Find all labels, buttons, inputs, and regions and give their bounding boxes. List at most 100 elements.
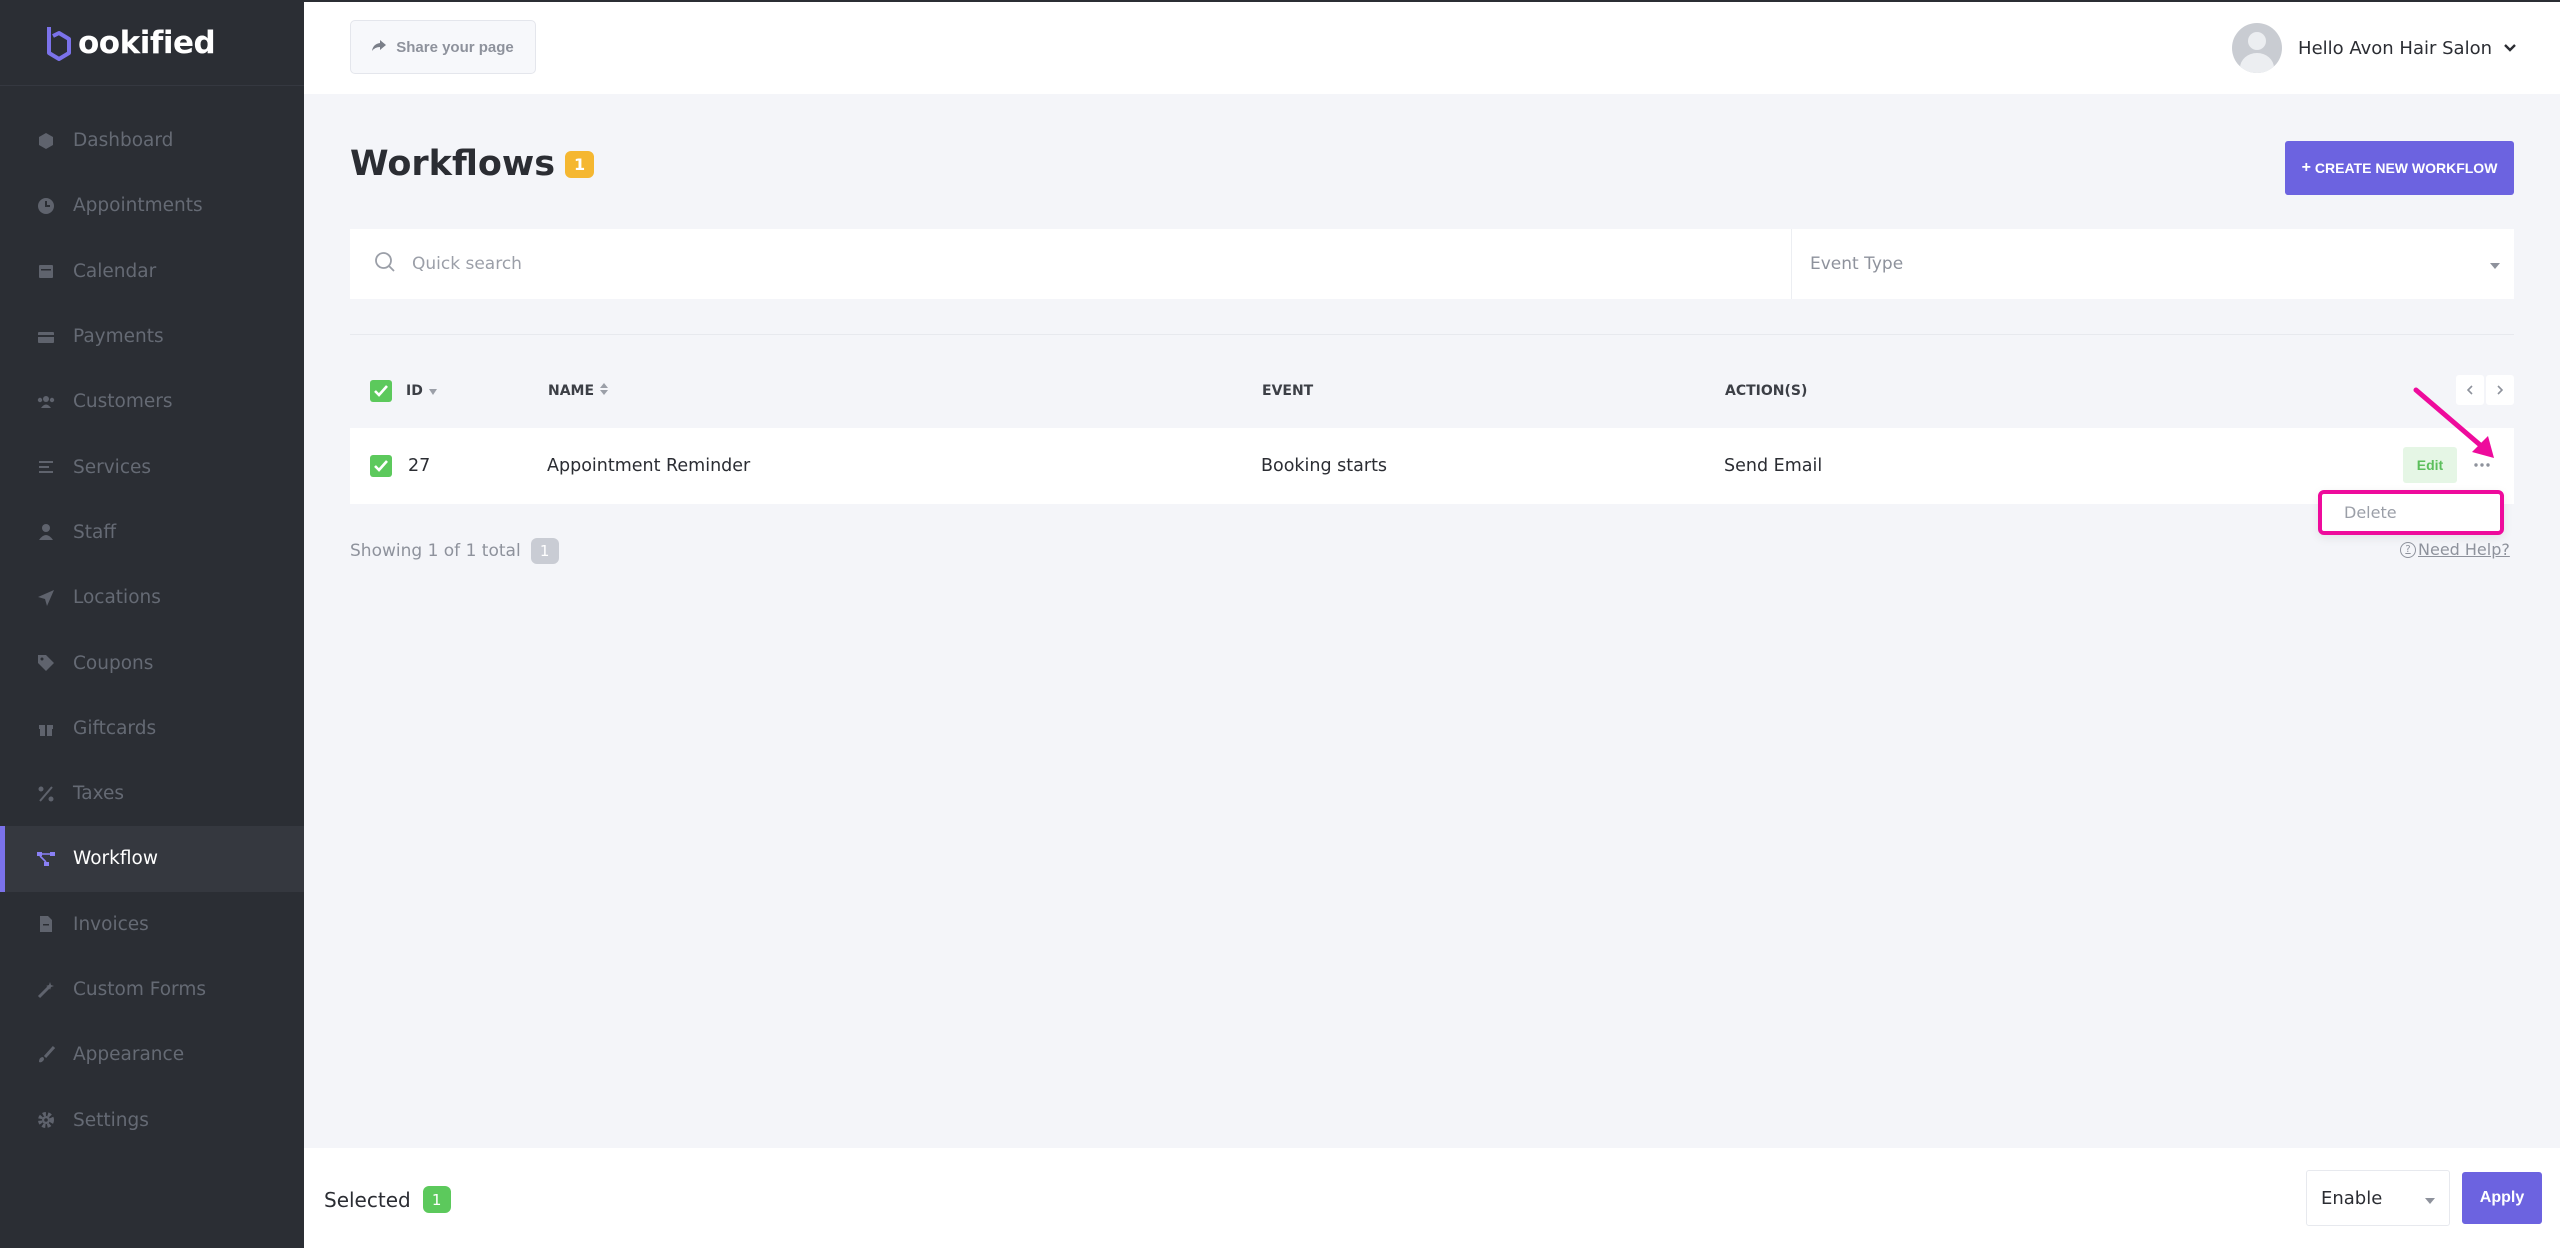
cube-icon — [36, 131, 56, 151]
caret-down-icon — [2425, 1188, 2435, 1209]
sidebar-item-label: Services — [73, 456, 152, 478]
brush-icon — [36, 1045, 56, 1065]
column-header-name-label: NAME — [548, 383, 595, 399]
sidebar-item-workflow[interactable]: Workflow — [0, 826, 304, 892]
search-input[interactable] — [412, 254, 1712, 274]
sidebar-item-label: Workflow — [73, 848, 158, 870]
file-icon — [36, 914, 56, 934]
sidebar-item-label: Appearance — [73, 1044, 185, 1066]
share-page-button[interactable]: Share your page — [350, 20, 536, 74]
user-menu[interactable]: Hello Avon Hair Salon — [2232, 22, 2516, 74]
sort-icon — [600, 383, 609, 399]
bulk-action-value: Enable — [2321, 1187, 2383, 1209]
row-checkbox[interactable] — [370, 455, 392, 477]
selected-label: Selected — [324, 1187, 411, 1212]
percent-icon — [36, 784, 56, 804]
calendar-icon — [36, 261, 56, 281]
sidebar-item-coupons[interactable]: Coupons — [0, 630, 304, 695]
event-type-placeholder: Event Type — [1810, 254, 1904, 274]
page-title-text: Workflows — [350, 144, 556, 184]
workflow-icon — [36, 849, 56, 869]
sidebar: ookified Dashboard Appointments Calendar… — [0, 0, 304, 1248]
column-header-actions: ACTION(S) — [1725, 383, 1808, 399]
share-icon — [372, 39, 387, 56]
table-header: ID NAME EVENT ACTION(S) — [350, 372, 2514, 410]
user-icon — [36, 522, 56, 542]
sidebar-item-dashboard[interactable]: Dashboard — [0, 108, 304, 173]
plus-icon: + — [2301, 159, 2311, 176]
sidebar-item-invoices[interactable]: Invoices — [0, 892, 304, 957]
row-event: Booking starts — [1261, 456, 1388, 476]
sidebar-item-label: Calendar — [73, 260, 157, 282]
event-type-select[interactable]: Event Type — [1792, 229, 2514, 299]
sidebar-item-appearance[interactable]: Appearance — [0, 1022, 304, 1087]
sidebar-item-label: Taxes — [73, 783, 124, 805]
users-icon — [36, 392, 56, 412]
pagination-summary: Showing 1 of 1 total 1 — [350, 538, 559, 564]
table-row[interactable]: 27 Appointment Reminder Booking starts S… — [350, 428, 2514, 504]
avatar — [2232, 23, 2283, 73]
row-name: Appointment Reminder — [547, 456, 751, 476]
gift-icon — [36, 718, 56, 738]
logo-text: ookified — [78, 24, 216, 61]
question-icon: ? — [2400, 541, 2416, 558]
sidebar-item-services[interactable]: Services — [0, 434, 304, 499]
delete-menu-item[interactable]: Delete — [2344, 503, 2397, 522]
filter-bar: Event Type — [350, 229, 2514, 299]
checkmark-icon — [374, 385, 388, 397]
sidebar-item-appointments[interactable]: Appointments — [0, 173, 304, 238]
need-help-label: Need Help? — [2418, 540, 2510, 559]
sidebar-item-label: Invoices — [73, 913, 149, 935]
workflow-count-badge: 1 — [565, 150, 595, 178]
search-field — [350, 229, 1792, 299]
credit-card-icon — [36, 327, 56, 347]
top-header: Share your page Hello Avon Hair Salon — [304, 0, 2560, 94]
row-id: 27 — [408, 456, 431, 476]
user-greeting: Hello Avon Hair Salon — [2298, 37, 2492, 59]
sidebar-item-label: Staff — [73, 521, 117, 543]
gear-icon — [36, 1110, 56, 1130]
sidebar-item-label: Customers — [73, 391, 173, 413]
selected-summary: Selected 1 — [324, 1186, 451, 1213]
need-help-link[interactable]: ? Need Help? — [2400, 540, 2510, 559]
column-header-id[interactable]: ID — [406, 383, 548, 399]
page-title: Workflows 1 — [350, 144, 595, 184]
annotation-arrow-icon — [2413, 387, 2494, 458]
sidebar-item-giftcards[interactable]: Giftcards — [0, 696, 304, 761]
select-all-checkbox[interactable] — [370, 380, 392, 402]
apply-button[interactable]: Apply — [2462, 1172, 2542, 1224]
sidebar-item-label: Dashboard — [73, 130, 174, 152]
sidebar-item-calendar[interactable]: Calendar — [0, 239, 304, 304]
column-header-name[interactable]: NAME — [548, 383, 1262, 399]
selected-count-badge: 1 — [422, 1186, 451, 1213]
sidebar-item-label: Appointments — [73, 195, 203, 217]
sidebar-item-taxes[interactable]: Taxes — [0, 761, 304, 826]
share-page-label: Share your page — [396, 38, 514, 56]
logo-mark-icon — [47, 26, 71, 61]
row-options-dropdown: Delete — [2318, 490, 2504, 535]
sidebar-item-payments[interactable]: Payments — [0, 304, 304, 369]
bulk-action-select[interactable]: Enable — [2306, 1170, 2450, 1226]
tag-icon — [36, 653, 56, 673]
sidebar-item-locations[interactable]: Locations — [0, 565, 304, 630]
sidebar-item-label: Coupons — [73, 652, 154, 674]
column-header-id-label: ID — [406, 383, 423, 399]
sidebar-item-settings[interactable]: Settings — [0, 1087, 304, 1152]
chevron-down-icon — [2504, 40, 2516, 56]
section-divider — [350, 334, 2514, 335]
brand-logo[interactable]: ookified — [0, 0, 304, 86]
sidebar-item-label: Custom Forms — [73, 979, 206, 1000]
search-icon — [374, 251, 396, 277]
sidebar-item-label: Settings — [73, 1109, 149, 1131]
sidebar-item-staff[interactable]: Staff — [0, 500, 304, 565]
sidebar-item-label: Locations — [73, 587, 161, 609]
create-workflow-button[interactable]: + CREATE NEW WORKFLOW — [2285, 141, 2514, 195]
caret-down-icon — [2490, 254, 2500, 274]
sidebar-item-custom-forms[interactable]: Custom Forms — [0, 957, 304, 1022]
bulk-action-footer: Selected 1 Enable Apply — [304, 1148, 2560, 1248]
sidebar-nav: Dashboard Appointments Calendar Payments… — [0, 86, 304, 1153]
sidebar-item-customers[interactable]: Customers — [0, 369, 304, 434]
magic-wand-icon — [36, 980, 56, 1000]
sidebar-item-label: Payments — [73, 326, 164, 348]
row-actions: Send Email — [1724, 456, 1823, 476]
